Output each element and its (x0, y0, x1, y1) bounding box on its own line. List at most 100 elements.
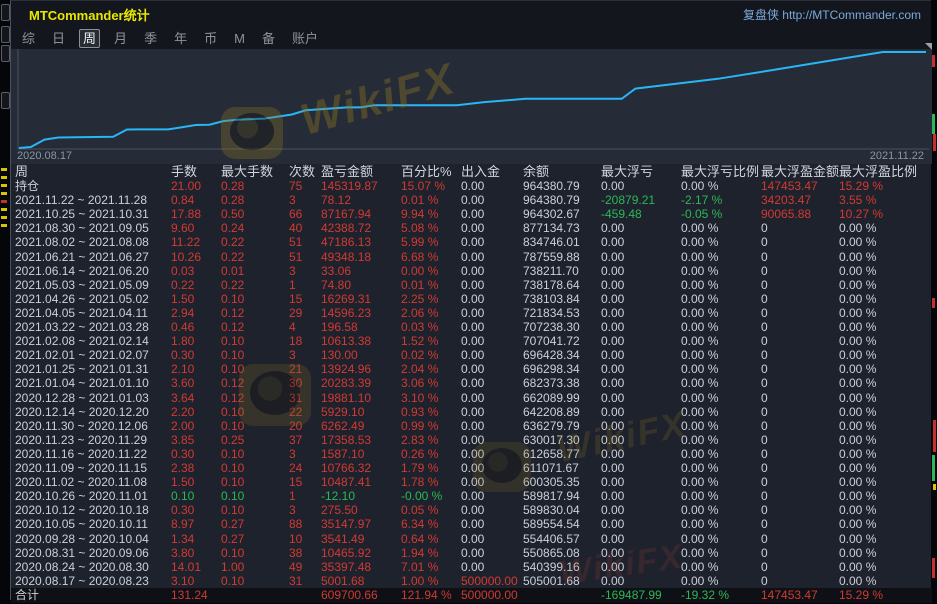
menu-item-8[interactable]: M (231, 30, 248, 47)
table-row[interactable]: 2020.10.12 ~ 2020.10.180.300.103275.500.… (11, 503, 932, 518)
table-row[interactable]: 2021.02.08 ~ 2021.02.141.800.101810613.3… (11, 334, 932, 349)
cell-inout: 0.00 (461, 235, 484, 250)
cell-period: 2020.11.23 ~ 2020.11.29 (15, 433, 147, 448)
menu-item-2[interactable]: 日 (49, 30, 68, 47)
table-row[interactable]: 2021.06.21 ~ 2021.06.2710.260.225149348.… (11, 250, 932, 265)
table-row[interactable]: 2020.08.17 ~ 2020.08.233.100.10315001.68… (11, 574, 932, 589)
cell-pct: 2.06 % (401, 306, 438, 321)
candle-fragment (932, 298, 935, 308)
candle-fragment (1, 216, 7, 219)
table-row[interactable]: 2021.06.14 ~ 2021.06.200.030.01333.060.0… (11, 264, 932, 279)
table-row[interactable]: 2021.11.22 ~ 2021.11.280.840.28378.120.0… (11, 193, 932, 208)
table-row[interactable]: 2021.04.05 ~ 2021.04.112.940.122914596.2… (11, 306, 932, 321)
cell-fp_pct: 0.00 % (839, 503, 876, 518)
cell-fp: 0 (761, 574, 768, 589)
cell-period: 2020.11.30 ~ 2020.12.06 (15, 419, 148, 434)
cell-inout: 0.00 (461, 546, 484, 561)
cell-inout: 0.00 (461, 292, 484, 307)
toolbar-button-fragment (1, 92, 10, 109)
table-row[interactable]: 2020.11.16 ~ 2020.11.220.300.1031587.100… (11, 447, 932, 462)
cell-inout: 0.00 (461, 278, 484, 293)
menu-item-1[interactable]: 综 (19, 30, 38, 47)
table-row[interactable]: 2020.09.28 ~ 2020.10.041.340.27103541.49… (11, 532, 932, 547)
table-row[interactable]: 2021.02.01 ~ 2021.02.070.300.103130.000.… (11, 348, 932, 363)
cell-fp_pct: 0.00 % (839, 433, 876, 448)
table-row[interactable]: 2020.11.23 ~ 2020.11.293.850.253717358.5… (11, 433, 932, 448)
cell-lots: 9.60 (171, 221, 194, 236)
cell-period: 2021.08.30 ~ 2021.09.05 (15, 221, 149, 236)
cell-period: 2020.11.16 ~ 2020.11.22 (15, 447, 147, 462)
brand-link[interactable]: 复盘侠 http://MTCommander.com (743, 6, 921, 23)
cell-fp: 0 (761, 503, 768, 518)
table-row[interactable]: 2020.11.09 ~ 2020.11.152.380.102410766.3… (11, 461, 932, 476)
cell-pct: 1.94 % (401, 546, 438, 561)
cell-dd: 0.00 (601, 574, 624, 589)
cell-inout: 0.00 (461, 250, 484, 265)
table-row[interactable]: 2020.11.30 ~ 2020.12.062.000.10206262.49… (11, 419, 932, 434)
table-row[interactable]: 2020.08.24 ~ 2020.08.3014.011.004935397.… (11, 560, 932, 575)
toolbar-button-fragment (1, 4, 10, 21)
cell-inout: 0.00 (461, 461, 484, 476)
cell-lots: 2.38 (171, 461, 194, 476)
menu-item-6[interactable]: 年 (171, 30, 190, 47)
menu-item-7[interactable]: 币 (201, 30, 220, 47)
cell-count: 38 (289, 546, 302, 561)
cell-pct: 2.04 % (401, 362, 438, 377)
menu-item-9[interactable]: 备 (259, 30, 278, 47)
table-row[interactable]: 2021.03.22 ~ 2021.03.280.460.124196.580.… (11, 320, 932, 335)
cell-pct: 9.94 % (401, 207, 438, 222)
cell-fp: 0 (761, 250, 768, 265)
table-row[interactable]: 2020.10.26 ~ 2020.11.010.100.101-12.10-0… (11, 489, 932, 504)
table-row[interactable]: 2020.08.31 ~ 2020.09.063.800.103810465.9… (11, 546, 932, 561)
column-header-max_lots: 最大手数 (221, 164, 273, 179)
cell-pnl: 74.80 (321, 278, 351, 293)
column-header-fp: 最大浮盈金额 (761, 164, 839, 179)
cell-pnl: 5929.10 (321, 405, 364, 420)
cell-count: 66 (289, 207, 302, 222)
table-row[interactable]: 2021.10.25 ~ 2021.10.3117.880.506687167.… (11, 207, 932, 222)
table-row[interactable]: 2021.05.03 ~ 2021.05.090.220.22174.800.0… (11, 278, 932, 293)
table-row[interactable]: 2021.01.25 ~ 2021.01.312.100.102113924.9… (11, 362, 932, 377)
table-row[interactable]: 2020.12.28 ~ 2021.01.033.640.123119881.1… (11, 391, 932, 406)
cell-fp_pct: 0.00 % (839, 560, 876, 575)
table-row[interactable]: 2021.08.02 ~ 2021.08.0811.220.225147186.… (11, 235, 932, 250)
menu-item-4[interactable]: 月 (111, 30, 130, 47)
cell-max_lots: 0.10 (221, 334, 244, 349)
cell-pct: 3.10 % (401, 391, 438, 406)
corner-marker (925, 43, 932, 50)
cell-dd_pct: 0.00 % (681, 532, 718, 547)
menu-item-5[interactable]: 季 (141, 30, 160, 47)
cell-fp: 0 (761, 532, 768, 547)
cell-max_lots: 0.27 (221, 517, 244, 532)
menu-item-3[interactable]: 周 (79, 29, 100, 48)
cell-period: 2020.11.02 ~ 2020.11.08 (15, 475, 147, 490)
cell-dd: -20879.21 (601, 193, 655, 208)
cell-dd_pct: 0.00 % (681, 334, 718, 349)
cell-dd: 0.00 (601, 235, 624, 250)
cell-lots: 131.24 (171, 588, 208, 603)
cell-balance: 589830.04 (523, 503, 580, 518)
table-row[interactable]: 2020.12.14 ~ 2020.12.202.200.10225929.10… (11, 405, 932, 420)
table-total-row[interactable]: 合计131.24609700.66121.94 %500000.00-16948… (11, 588, 932, 603)
menu-item-10[interactable]: 账户 (289, 30, 321, 47)
table-row[interactable]: 持仓21.000.2875145319.8715.07 %0.00964380.… (11, 179, 932, 194)
cell-period: 2020.12.14 ~ 2020.12.20 (15, 405, 149, 420)
cell-count: 40 (289, 221, 302, 236)
cell-balance: 611071.67 (523, 461, 579, 476)
cell-balance: 612658.77 (523, 447, 580, 462)
cell-pnl: 17358.53 (321, 433, 371, 448)
cell-fp: 147453.47 (761, 588, 818, 603)
cell-pnl: 275.50 (321, 503, 358, 518)
table-row[interactable]: 2021.01.04 ~ 2021.01.103.600.123020283.3… (11, 376, 932, 391)
cell-period: 2021.02.08 ~ 2021.02.14 (15, 334, 149, 349)
cell-fp_pct: 0.00 % (839, 278, 876, 293)
table-row[interactable]: 2020.10.05 ~ 2020.10.118.970.278835147.9… (11, 517, 932, 532)
table-row[interactable]: 2021.08.30 ~ 2021.09.059.600.244042388.7… (11, 221, 932, 236)
column-header-balance: 余额 (523, 164, 549, 179)
cell-period: 2021.06.21 ~ 2021.06.27 (15, 250, 149, 265)
window-title: MTCommander统计 (29, 5, 150, 24)
table-row[interactable]: 2021.04.26 ~ 2021.05.021.500.101516269.3… (11, 292, 932, 307)
table-row[interactable]: 2020.11.02 ~ 2020.11.081.500.101510487.4… (11, 475, 932, 490)
background-window-left-strip (0, 0, 10, 604)
candle-fragment (932, 455, 935, 481)
